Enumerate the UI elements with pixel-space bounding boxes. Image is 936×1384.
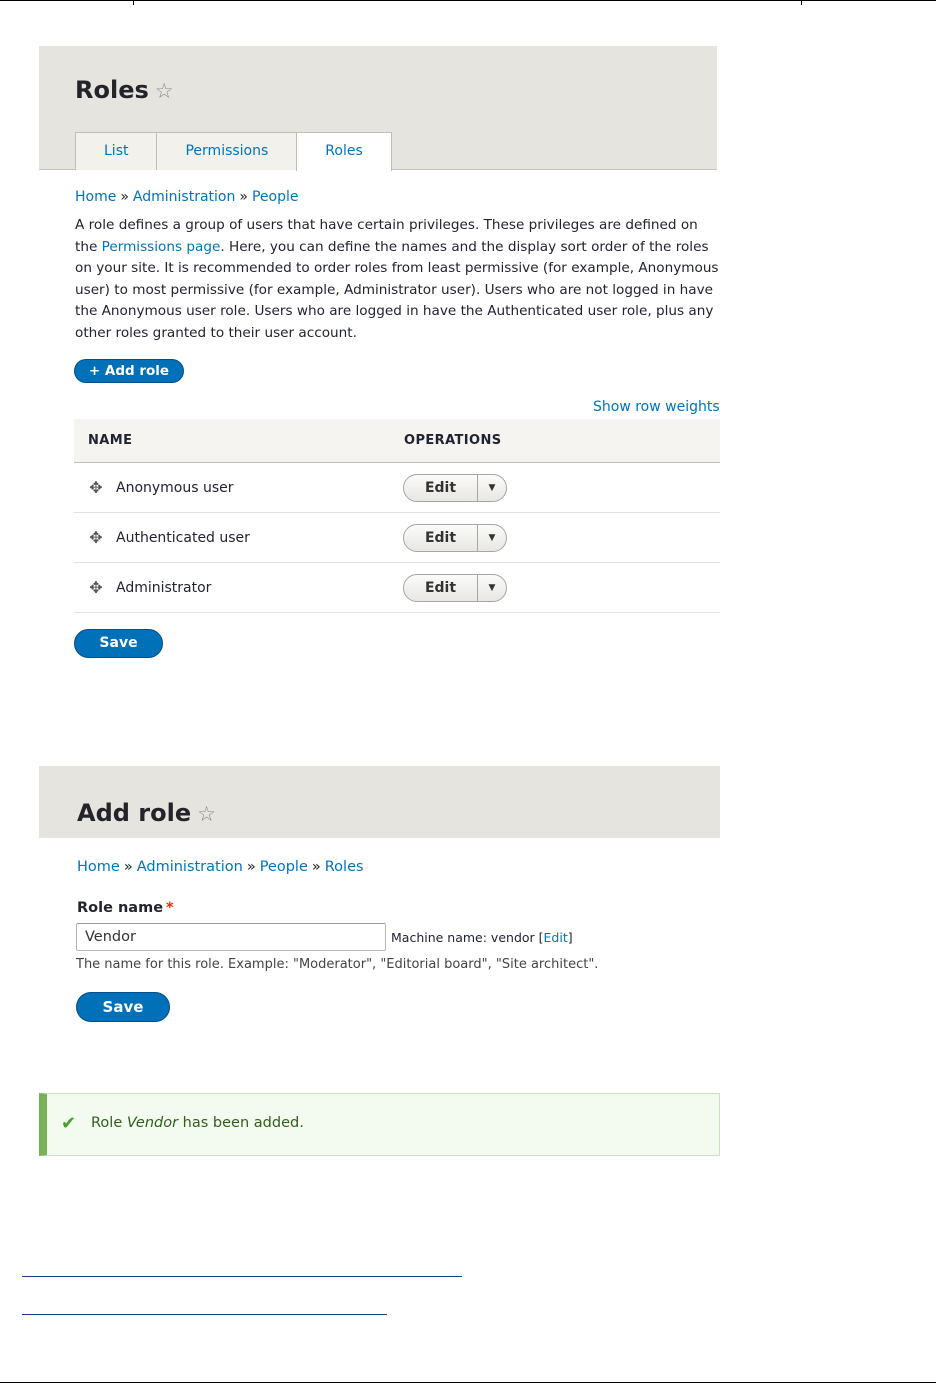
dropdown-toggle-icon[interactable]: ▼ xyxy=(478,475,506,501)
add-role-button[interactable]: + Add role xyxy=(74,359,184,383)
star-icon[interactable]: ☆ xyxy=(197,802,216,826)
breadcrumb-separator: » xyxy=(311,859,321,875)
table-row: ✥ Administrator Edit ▼ xyxy=(74,563,720,613)
breadcrumb-separator: » xyxy=(246,859,256,875)
tab-roles[interactable]: Roles xyxy=(296,132,392,171)
page-top-rule xyxy=(0,0,936,1)
breadcrumb-separator: » xyxy=(120,189,129,205)
role-name-cell: Administrator xyxy=(116,579,212,596)
primary-tabs: List Permissions Roles xyxy=(75,132,392,171)
role-name-input[interactable] xyxy=(76,923,386,951)
roles-page-header: Roles ☆ List Permissions Roles xyxy=(39,46,717,171)
breadcrumb-separator: » xyxy=(239,189,248,205)
dropdown-toggle-icon[interactable]: ▼ xyxy=(478,575,506,601)
role-name-cell: Authenticated user xyxy=(116,529,250,546)
breadcrumb: Home» Administration» People» Roles xyxy=(77,859,364,875)
page-title: Roles ☆ xyxy=(75,76,174,104)
permissions-page-link[interactable]: Permissions page xyxy=(102,239,221,255)
save-button[interactable]: Save xyxy=(74,629,163,658)
roles-description: A role defines a group of users that hav… xyxy=(75,217,719,341)
page-bottom-rule xyxy=(0,1382,936,1383)
breadcrumb-home[interactable]: Home xyxy=(75,189,116,205)
operations-dropbutton: Edit ▼ xyxy=(403,573,507,602)
status-message-text: Role Vendor has been added. xyxy=(91,1115,304,1131)
table-header: NAME OPERATIONS xyxy=(74,419,720,463)
role-name-cell: Anonymous user xyxy=(116,479,234,496)
show-row-weights-link[interactable]: Show row weights xyxy=(593,399,720,415)
role-name-label: Role name * xyxy=(77,900,174,916)
edit-button[interactable]: Edit xyxy=(404,524,478,551)
table-row: ✥ Authenticated user Edit ▼ xyxy=(74,513,720,563)
breadcrumb-roles[interactable]: Roles xyxy=(325,859,364,875)
role-name-description: The name for this role. Example: "Modera… xyxy=(76,957,599,972)
add-role-page-header: Add role ☆ xyxy=(39,766,720,838)
dropdown-toggle-icon[interactable]: ▼ xyxy=(478,525,506,551)
breadcrumb-people[interactable]: People xyxy=(260,859,308,875)
drag-handle-icon[interactable]: ✥ xyxy=(74,528,116,547)
tab-permissions[interactable]: Permissions xyxy=(156,132,298,170)
machine-name-edit-link[interactable]: Edit xyxy=(544,930,568,945)
roles-table: NAME OPERATIONS ✥ Anonymous user Edit ▼ … xyxy=(74,419,720,613)
breadcrumb-separator: » xyxy=(123,859,133,875)
operations-dropbutton: Edit ▼ xyxy=(403,473,507,502)
breadcrumb-administration[interactable]: Administration xyxy=(137,859,243,875)
star-icon[interactable]: ☆ xyxy=(155,79,174,103)
operations-dropbutton: Edit ▼ xyxy=(403,523,507,552)
drag-handle-icon[interactable]: ✥ xyxy=(74,478,116,497)
required-marker: * xyxy=(166,900,174,916)
page-tick xyxy=(133,0,134,5)
column-header-operations: OPERATIONS xyxy=(404,433,502,448)
page-tick xyxy=(801,0,802,5)
footnote-rule xyxy=(22,1314,387,1315)
tab-list[interactable]: List xyxy=(75,132,158,170)
footnote-rule xyxy=(22,1276,462,1277)
page-title: Add role ☆ xyxy=(77,799,216,827)
drag-handle-icon[interactable]: ✥ xyxy=(74,578,116,597)
breadcrumb-people[interactable]: People xyxy=(252,189,299,205)
check-icon: ✔ xyxy=(61,1113,77,1134)
breadcrumb-home[interactable]: Home xyxy=(77,859,120,875)
edit-button[interactable]: Edit xyxy=(404,474,478,501)
breadcrumb-administration[interactable]: Administration xyxy=(133,189,235,205)
edit-button[interactable]: Edit xyxy=(404,574,478,601)
column-header-name: NAME xyxy=(88,433,133,448)
table-row: ✥ Anonymous user Edit ▼ xyxy=(74,463,720,513)
machine-name: Machine name: vendor [Edit] xyxy=(391,930,573,945)
breadcrumb: Home» Administration» People xyxy=(75,189,298,205)
status-message: ✔ Role Vendor has been added. xyxy=(39,1093,720,1156)
save-button[interactable]: Save xyxy=(76,992,170,1022)
